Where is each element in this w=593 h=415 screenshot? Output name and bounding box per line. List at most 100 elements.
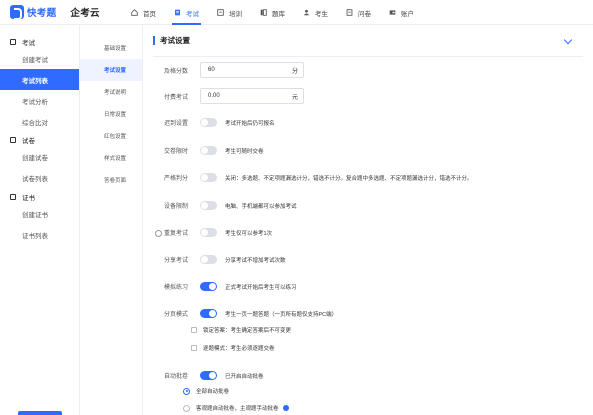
setting-desc: 考生一页一题答题（一页所有题仅支持PC端）: [225, 311, 338, 318]
pass-score-row: 及格分数 60 分: [143, 62, 304, 78]
panel-title: 考试设置: [153, 36, 190, 45]
certificate-section-icon: [10, 194, 16, 200]
setting-desc: 正式考试开始后考生可以练习: [225, 284, 297, 291]
share-exam-toggle[interactable]: [200, 255, 217, 264]
nav-label: 培训: [229, 10, 242, 18]
submit-limit-toggle[interactable]: [200, 146, 217, 155]
setting-row-strict-grading: 严格判分 关闭：多选题、不定项题漏选计分，错选不计分。复合题中多选题、不定项题漏…: [143, 173, 473, 182]
info-icon[interactable]: [282, 405, 289, 411]
setting-row-late: 迟到设置 考试开始后仍可报名: [143, 118, 275, 127]
paper-section-icon: [10, 137, 16, 143]
nav-question-bank[interactable]: 题库: [251, 0, 294, 25]
nav-exam[interactable]: 考试: [165, 0, 208, 25]
nav-label: 首页: [143, 10, 156, 18]
auto-grade-toggle[interactable]: [200, 371, 217, 380]
page-mode-toggle[interactable]: [200, 309, 217, 318]
exam-section-icon: [10, 39, 16, 45]
sidebar-section-exam[interactable]: 考试: [0, 36, 79, 48]
setting-label: 交卷限时: [163, 149, 188, 155]
auto-grade-option-mixed[interactable]: 客观题自动批卷，主观题手动批卷: [183, 404, 289, 412]
sidebar-item-paper-list[interactable]: 试卷列表: [0, 167, 79, 188]
brand-logo[interactable]: 快考题 企考云: [10, 5, 100, 20]
option-label: 客观题自动批卷，主观题手动批卷: [196, 406, 279, 412]
home-icon: [131, 9, 138, 16]
submenu-style[interactable]: 样式设置: [80, 147, 142, 169]
step-mode-checkbox[interactable]: [191, 345, 197, 351]
nav-candidate[interactable]: 考生: [294, 0, 337, 25]
exam-settings-panel: 考试设置 及格分数 60 分 付费考试 0.00 元 迟到设置 考试开始后仍可报…: [143, 25, 593, 415]
lock-answer-checkbox[interactable]: [191, 327, 197, 333]
candidate-icon: [303, 9, 310, 16]
sidebar-section-certificate[interactable]: 证书: [0, 191, 79, 203]
survey-icon: [346, 9, 353, 16]
submenu-exam-settings[interactable]: 考试设置: [80, 59, 142, 81]
nav-label: 账户: [401, 10, 414, 18]
input-unit: 分: [291, 68, 298, 75]
auto-grade-mixed-radio[interactable]: [183, 404, 190, 412]
setting-row-submit-limit: 交卷限时 考生可随时交卷: [143, 146, 264, 155]
settings-submenu: 基础设置 考试设置 考试说明 日常设置 红包设置 样式设置 答卷页面: [80, 25, 143, 415]
chevron-down-icon[interactable]: [563, 35, 573, 45]
submenu-daily[interactable]: 日常设置: [80, 103, 142, 125]
pass-score-input[interactable]: 60 分: [200, 62, 304, 78]
strict-grading-toggle[interactable]: [200, 173, 217, 182]
field-label: 及格分数: [163, 68, 188, 75]
option-label: 逐题模式：考生必须逐题交卷: [203, 346, 275, 352]
submenu-basic[interactable]: 基础设置: [80, 37, 142, 59]
setting-label: 模拟练习: [163, 285, 188, 291]
repeat-exam-toggle[interactable]: [200, 228, 217, 237]
sidebar-item-comparison[interactable]: 综合比对: [0, 111, 79, 132]
submenu-red-packet[interactable]: 红包设置: [80, 125, 142, 147]
submenu-answer-page[interactable]: 答卷页面: [80, 169, 142, 191]
exam-icon: [175, 9, 180, 16]
setting-row-practice: 模拟练习 正式考试开始后考生可以练习: [143, 282, 297, 291]
paid-exam-input[interactable]: 0.00 元: [200, 88, 304, 104]
logo-icon: [10, 5, 24, 20]
setting-desc: 考试开始后仍可报名: [225, 120, 275, 127]
training-icon: [217, 9, 224, 16]
paid-exam-row: 付费考试 0.00 元: [143, 88, 304, 104]
nav-label: 考生: [315, 10, 328, 18]
sidebar-item-exam-analysis[interactable]: 考试分析: [0, 90, 79, 111]
input-value: 0.00: [208, 93, 220, 99]
sidebar: 考试 创建考试 考试列表 考试分析 综合比对 试卷 创建试卷 试卷列表 证书 创…: [0, 25, 80, 415]
auto-grade-all-radio[interactable]: [183, 387, 190, 395]
sidebar-item-create-exam[interactable]: 创建考试: [0, 48, 79, 69]
divider: [153, 56, 583, 57]
setting-row-device-limit: 设备限制 电脑、手机端都可以参加考试: [143, 201, 297, 210]
nav-home[interactable]: 首页: [122, 0, 165, 25]
main-nav: 首页 考试 培训 题库 考生 问卷 账户: [122, 0, 423, 25]
page-mode-option-step[interactable]: 逐题模式：考生必须逐题交卷: [191, 344, 275, 352]
practice-toggle[interactable]: [200, 282, 217, 291]
sidebar-item-create-certificate[interactable]: 创建证书: [0, 203, 79, 224]
nav-survey[interactable]: 问卷: [337, 0, 380, 25]
setting-desc: 考生仅可以参考1次: [225, 230, 273, 237]
device-limit-toggle[interactable]: [200, 201, 217, 210]
input-unit: 元: [291, 94, 298, 101]
setting-label: 设备限制: [163, 204, 188, 210]
submenu-exam-description[interactable]: 考试说明: [80, 81, 142, 103]
nav-account[interactable]: 账户: [380, 0, 423, 25]
page-mode-option-lock[interactable]: 锁定答案：考生确定答案后不可变更: [191, 326, 291, 334]
section-title: 试卷: [22, 138, 35, 145]
brand-sub: 企考云: [70, 8, 100, 19]
late-toggle[interactable]: [200, 118, 217, 127]
sidebar-item-certificate-list[interactable]: 证书列表: [0, 224, 79, 245]
setting-label: 严格判分: [163, 176, 188, 182]
field-label: 付费考试: [163, 94, 188, 101]
setting-desc: 已开启自动批卷: [225, 373, 264, 380]
option-label: 全部自动批卷: [196, 389, 230, 395]
setting-desc: 分享考试不增加考试次数: [225, 257, 286, 264]
sidebar-item-exam-list[interactable]: 考试列表: [0, 69, 79, 90]
sidebar-item-create-paper[interactable]: 创建试卷: [0, 146, 79, 167]
setting-label: 重复考试: [163, 231, 188, 237]
setting-row-page-mode: 分页模式 考生一页一题答题（一页所有题仅支持PC端）: [143, 309, 337, 318]
auto-grade-option-all[interactable]: 全部自动批卷: [183, 387, 229, 395]
setting-label: 迟到设置: [163, 121, 188, 127]
section-title: 考试: [22, 40, 35, 47]
sidebar-bottom-button[interactable]: [18, 411, 62, 415]
nav-label: 题库: [272, 10, 285, 18]
nav-training[interactable]: 培训: [208, 0, 251, 25]
sidebar-section-paper[interactable]: 试卷: [0, 134, 79, 146]
setting-desc: 关闭：多选题、不定项题漏选计分，错选不计分。复合题中多选题、不定项题漏选计分，错…: [225, 175, 473, 182]
